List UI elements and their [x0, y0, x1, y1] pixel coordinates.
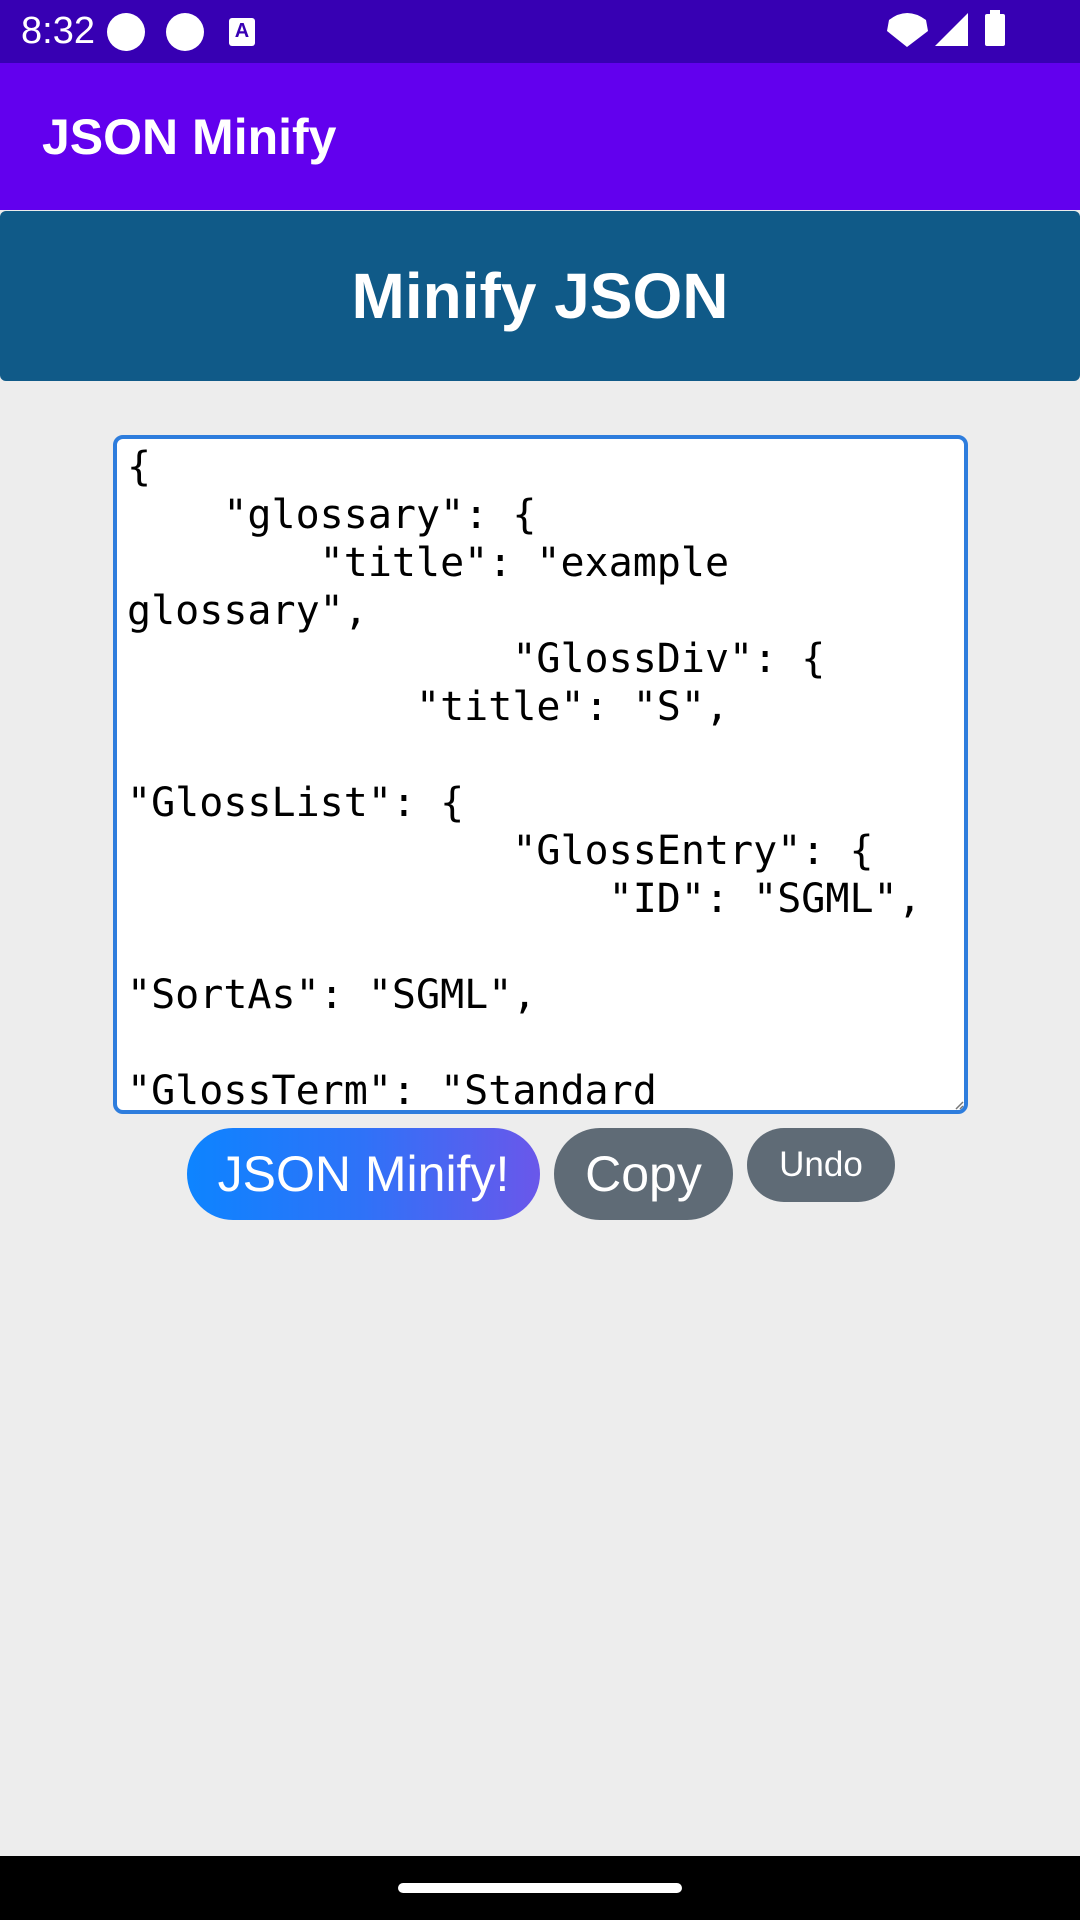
battery-icon	[985, 14, 1005, 46]
banner: Minify JSON	[0, 211, 1080, 381]
status-bar: 8:32 A	[0, 0, 1080, 63]
cellular-signal-icon	[935, 13, 968, 46]
app-bar: JSON Minify	[0, 63, 1080, 210]
copy-button[interactable]: Copy	[554, 1128, 733, 1220]
json-minify-button[interactable]: JSON Minify!	[187, 1128, 540, 1220]
undo-button[interactable]: Undo	[747, 1128, 895, 1202]
home-handle[interactable]	[398, 1883, 682, 1893]
wifi-icon	[887, 13, 928, 47]
app-title: JSON Minify	[42, 109, 337, 165]
json-input[interactable]: { "glossary": { "title": "example glossa…	[113, 435, 968, 1114]
status-icons-right	[887, 10, 1005, 47]
resize-grip-icon[interactable]	[954, 1100, 964, 1110]
banner-title: Minify JSON	[351, 260, 729, 332]
